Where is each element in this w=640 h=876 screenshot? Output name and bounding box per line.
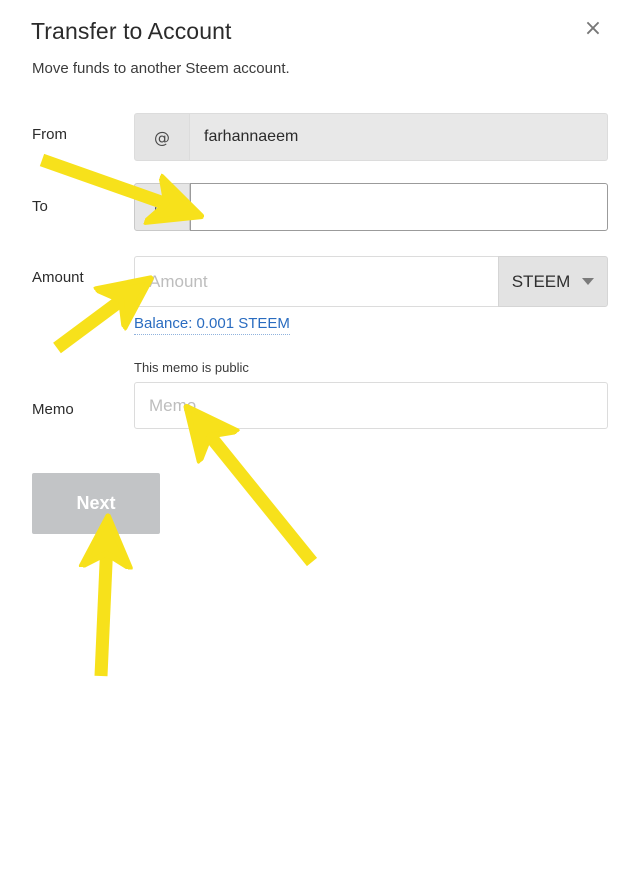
memo-label: Memo — [32, 401, 74, 418]
from-label: From — [32, 126, 67, 143]
dialog-subtitle: Move funds to another Steem account. — [32, 60, 290, 77]
from-account-input[interactable] — [190, 113, 608, 161]
memo-public-note: This memo is public — [134, 360, 249, 375]
arrow-amount-field — [53, 293, 131, 354]
at-sign-icon: @ — [134, 113, 190, 161]
page-title: Transfer to Account — [31, 18, 232, 44]
at-sign-icon: @ — [134, 183, 190, 231]
close-icon[interactable]: × — [580, 16, 606, 42]
from-field-row: @ — [134, 113, 608, 161]
currency-select[interactable]: STEEM — [498, 256, 608, 307]
next-button[interactable]: Next — [32, 473, 160, 534]
arrow-next-button — [101, 541, 107, 677]
amount-input[interactable] — [134, 256, 498, 307]
amount-field-row: STEEM — [134, 256, 608, 307]
currency-select-label: STEEM — [511, 271, 571, 291]
arrow-memo-field — [202, 426, 318, 567]
to-label: To — [32, 198, 48, 215]
memo-field-row — [134, 382, 608, 429]
amount-label: Amount — [32, 269, 84, 286]
balance-link[interactable]: Balance: 0.001 STEEM — [134, 315, 290, 335]
memo-input[interactable] — [134, 382, 608, 429]
chevron-down-icon — [582, 278, 595, 285]
to-account-input[interactable] — [190, 183, 608, 231]
to-field-row: @ — [134, 183, 608, 231]
